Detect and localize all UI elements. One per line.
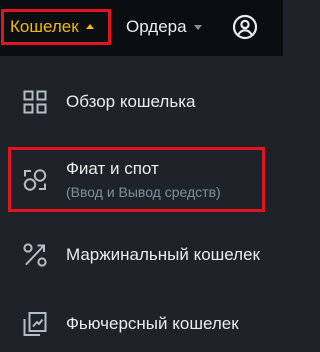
menu-item-subtitle: (Ввод и Вывод средств) <box>66 184 221 200</box>
exchange-icon <box>23 169 47 191</box>
menu-item-futures-wallet[interactable]: Фьючерсный кошелек <box>0 307 283 341</box>
nav-orders-menu[interactable]: Ордера <box>126 9 210 45</box>
grid-icon <box>23 90 47 114</box>
menu-item-title: Фиат и спот <box>66 159 159 178</box>
futures-icon <box>23 312 47 336</box>
nav-orders-label: Ордера <box>126 17 187 36</box>
wallet-dropdown-menu: Обзор кошелька Фиат и спот (Ввод и Вывод… <box>0 56 283 352</box>
menu-item-margin-wallet[interactable]: Маржинальный кошелек <box>0 238 283 272</box>
nav-wallet-menu[interactable]: Кошелек <box>1 9 111 45</box>
caret-down-icon <box>193 25 202 30</box>
percent-icon <box>23 243 47 267</box>
menu-item-title: Обзор кошелька <box>66 92 196 111</box>
caret-up-icon <box>85 24 94 29</box>
user-account-icon[interactable] <box>232 14 258 40</box>
menu-item-title: Маржинальный кошелек <box>66 245 260 264</box>
nav-wallet-label: Кошелек <box>10 17 79 36</box>
top-navigation-bar: Кошелек Ордера <box>0 0 283 56</box>
menu-item-fiat-spot[interactable]: Фиат и спот (Ввод и Вывод средств) <box>0 151 283 209</box>
menu-item-title: Фьючерсный кошелек <box>66 314 239 333</box>
menu-item-wallet-overview[interactable]: Обзор кошелька <box>0 85 283 119</box>
